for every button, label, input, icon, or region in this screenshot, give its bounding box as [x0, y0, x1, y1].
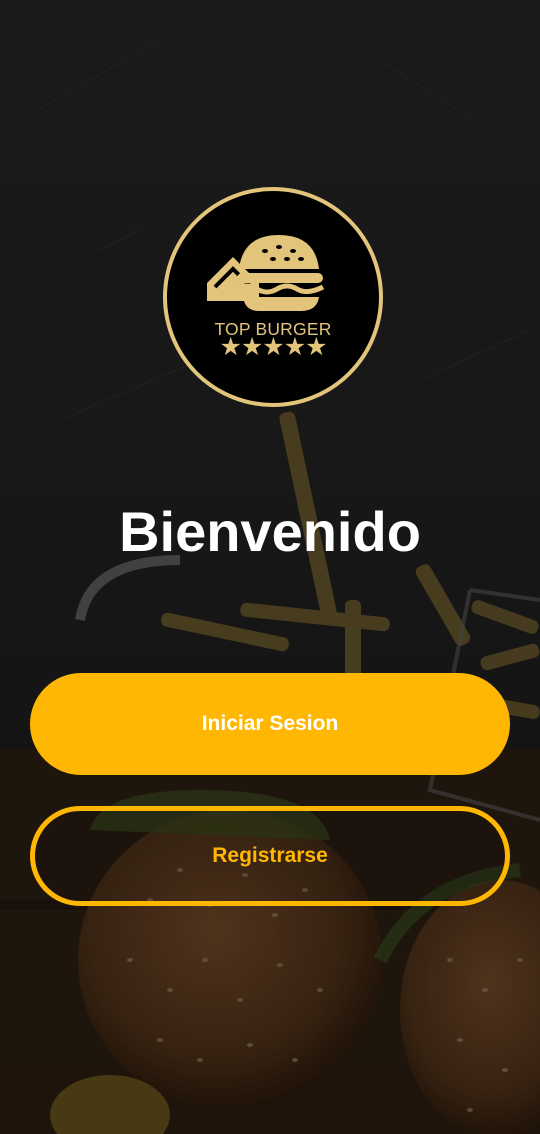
register-button[interactable]: Registrarse [30, 806, 510, 906]
burger-icon [207, 235, 325, 311]
register-button-label: Registrarse [212, 844, 328, 867]
welcome-title: Bienvenido [119, 500, 421, 563]
login-button-label: Iniciar Sesion [201, 712, 339, 735]
logo-stars: ★★★★★ [219, 332, 327, 361]
top-burger-logo: TOP BURGER ★★★★★ [163, 187, 383, 407]
login-button[interactable]: Iniciar Sesion [30, 673, 510, 775]
